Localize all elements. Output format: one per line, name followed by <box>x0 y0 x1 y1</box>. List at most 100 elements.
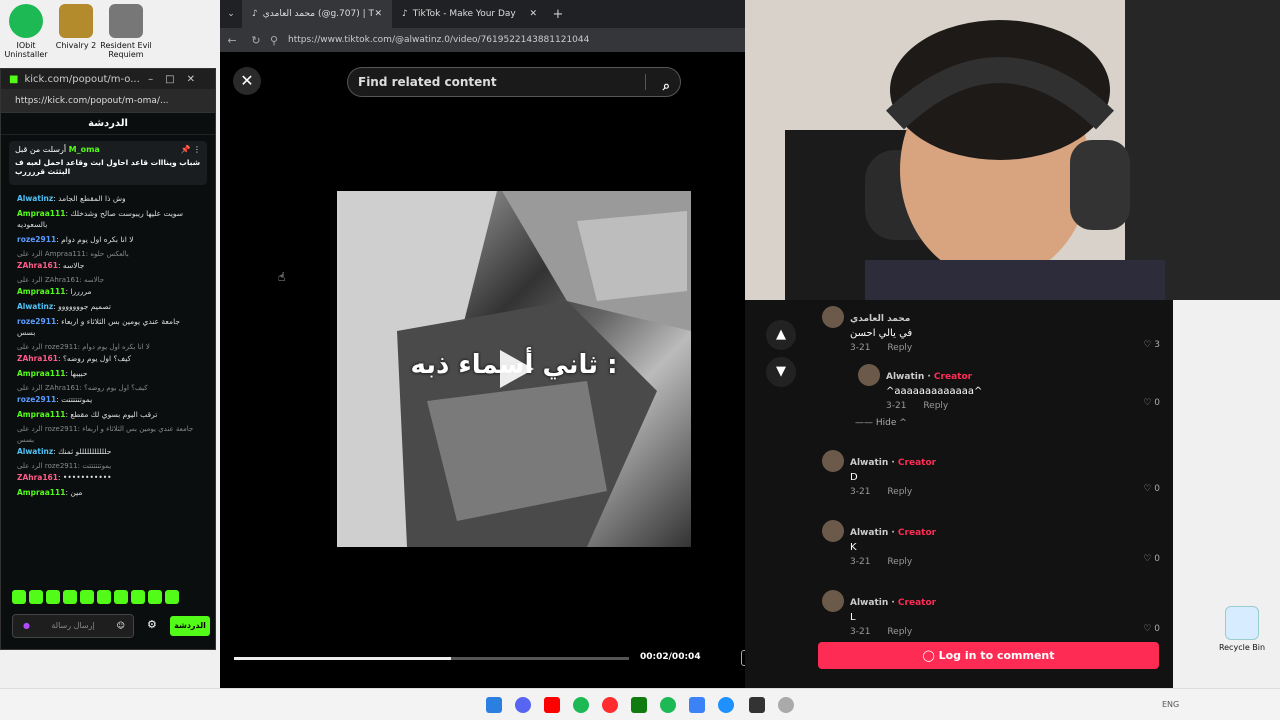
chat-message[interactable]: الرد على roze2911: لا انا بكره اول يوم د… <box>1 340 215 366</box>
language-indicator[interactable]: ENG <box>1162 700 1179 709</box>
comment-author[interactable]: Alwatin <box>850 528 888 538</box>
photoshop-icon[interactable] <box>689 697 705 713</box>
reply-button[interactable]: Reply <box>887 343 912 353</box>
emote-icon[interactable] <box>165 590 179 604</box>
chat-message[interactable]: Alwatinz: تصميم جووووووو <box>1 299 215 314</box>
chat-message[interactable]: Ampraa111: سويت عليها ريبوست صالح وشدخلك… <box>1 206 215 232</box>
chat-message[interactable]: Ampraa111: ترقب اليوم بسوي لك مقطع <box>1 407 215 422</box>
tab-list-icon[interactable]: ⌄ <box>220 9 242 19</box>
desktop-icon-iobit[interactable]: IObit Uninstaller <box>0 4 52 59</box>
tab-tiktok-home[interactable]: ♪ TikTok - Make Your Day ✕ <box>392 0 547 28</box>
emoji-icon[interactable]: ☺ <box>117 615 125 637</box>
chat-send-button[interactable]: الدردشة <box>170 616 210 636</box>
search-input[interactable]: Find related content ⌕ <box>347 67 681 97</box>
desktop-icon-chivalry[interactable]: Chivalry 2 <box>50 4 102 50</box>
avatar[interactable] <box>822 450 844 472</box>
pinned-message[interactable]: أرسلت من قبل M_oma 📌 ⋮ شباب وينااات قاعد… <box>9 141 207 185</box>
chat-username[interactable]: ZAhra161 <box>17 473 58 482</box>
chat-username[interactable]: Ampraa111 <box>17 287 65 296</box>
emote-icon[interactable] <box>12 590 26 604</box>
chat-username[interactable]: Alwatinz <box>17 447 53 456</box>
site-info-icon[interactable]: ⚲ <box>268 34 280 47</box>
close-tab-icon[interactable]: ✕ <box>529 9 537 19</box>
avatar[interactable] <box>822 520 844 542</box>
kick-address-bar[interactable]: https://kick.com/popout/m-oma/... <box>1 89 215 113</box>
hide-replies-button[interactable]: —— Hide ^ <box>855 418 907 428</box>
chevron-up-icon[interactable]: ▲ <box>766 320 796 350</box>
reply-button[interactable]: Reply <box>887 487 912 497</box>
emote-icon[interactable] <box>80 590 94 604</box>
emote-icon[interactable] <box>114 590 128 604</box>
chat-message[interactable]: الرد على Ampraa111: بالعكس حلوه ZAhra161:… <box>1 247 215 273</box>
emote-icon[interactable] <box>29 590 43 604</box>
chat-message[interactable]: الرد على ZAhra161: كيف؟ اول يوم روضه؟ roz… <box>1 381 215 407</box>
emote-icon[interactable] <box>97 590 111 604</box>
youtube-icon[interactable] <box>544 697 560 713</box>
chat-username[interactable]: ZAhra161 <box>17 354 58 363</box>
chat-message[interactable]: Ampraa111: حبيبها <box>1 366 215 381</box>
avatar[interactable] <box>822 306 844 328</box>
reply-button[interactable]: Reply <box>923 401 948 411</box>
chat-message[interactable]: الرد على roze2911: جامعة عندي يومين بس ا… <box>1 422 215 459</box>
chat-username[interactable]: Ampraa111 <box>17 209 65 218</box>
chat-message[interactable]: الرد على ZAhra161: جالاسه Ampraa111: مررر… <box>1 273 215 299</box>
chat-message[interactable]: roze2911: لا انا بكره اول يوم دوام <box>1 232 215 247</box>
comment-author[interactable]: Alwatin <box>886 372 924 382</box>
chat-username[interactable]: roze2911 <box>17 235 56 244</box>
chat-message[interactable]: الرد على roze2911: يموتتتتتتت ZAhra161: •… <box>1 459 215 485</box>
avatar[interactable] <box>822 590 844 612</box>
chat-username[interactable]: Ampraa111 <box>17 410 65 419</box>
emote-icon[interactable] <box>148 590 162 604</box>
new-tab-icon[interactable]: + <box>547 7 569 22</box>
chat-message[interactable]: Ampraa111: مين <box>1 485 215 500</box>
chat-username[interactable]: Alwatinz <box>17 302 53 311</box>
app-icon[interactable] <box>749 697 765 713</box>
spotify-icon[interactable] <box>573 697 589 713</box>
tab-tiktok-profile[interactable]: ♪ محمد العامدي (@g.707) | TikTok ✕ <box>242 0 392 28</box>
chevron-down-icon[interactable]: ▼ <box>766 357 796 387</box>
play-icon[interactable] <box>500 350 534 388</box>
discord-icon[interactable] <box>515 697 531 713</box>
mic-icon[interactable]: ● <box>23 615 30 637</box>
edge-icon[interactable] <box>718 697 734 713</box>
chat-input[interactable]: ● إرسال رسالة ☺ <box>12 614 134 638</box>
chat-username[interactable]: Ampraa111 <box>17 488 65 497</box>
close-tab-icon[interactable]: ✕ <box>374 9 382 19</box>
reply-button[interactable]: Reply <box>887 627 912 637</box>
chat-message[interactable]: Alwatinz: وش ذا المقطع الجامد <box>1 191 215 206</box>
like-button[interactable]: ♡ 0 <box>1143 624 1160 634</box>
emote-icon[interactable] <box>63 590 77 604</box>
url-text[interactable]: https://www.tiktok.com/@alwatinz.0/video… <box>288 35 589 45</box>
avatar[interactable] <box>858 364 880 386</box>
chat-username[interactable]: Ampraa111 <box>17 369 65 378</box>
windows-start-icon[interactable] <box>486 697 502 713</box>
like-button[interactable]: ♡ 0 <box>1143 484 1160 494</box>
back-icon[interactable]: ← <box>220 34 244 47</box>
desktop-icon-recycle-bin[interactable]: Recycle Bin <box>1216 606 1268 652</box>
reload-icon[interactable]: ↻ <box>244 34 268 47</box>
pin-icon[interactable]: 📌 ⋮ <box>180 145 201 154</box>
xbox-icon[interactable] <box>631 697 647 713</box>
emote-icon[interactable] <box>131 590 145 604</box>
iobit-taskbar-icon[interactable] <box>660 697 676 713</box>
desktop-icon-resident-evil[interactable]: Resident Evil Requiem <box>100 4 152 59</box>
settings-taskbar-icon[interactable] <box>778 697 794 713</box>
chat-username[interactable]: Alwatinz <box>17 194 53 203</box>
like-button[interactable]: ♡ 3 <box>1143 340 1160 350</box>
chat-message[interactable]: roze2911: جامعة عندي يومين بس الثلاثاء و… <box>1 314 215 340</box>
window-controls-icon[interactable]: –□✕ <box>148 74 207 85</box>
like-button[interactable]: ♡ 0 <box>1143 398 1160 408</box>
emote-icon[interactable] <box>46 590 60 604</box>
opera-icon[interactable] <box>602 697 618 713</box>
chat-username[interactable]: roze2911 <box>17 317 56 326</box>
chat-username[interactable]: ZAhra161 <box>17 261 58 270</box>
comment-author[interactable]: Alwatin <box>850 598 888 608</box>
settings-gear-icon[interactable]: ⚙ <box>147 618 157 631</box>
comment-author[interactable]: محمد العامدي <box>850 314 910 324</box>
chat-username[interactable]: roze2911 <box>17 395 56 404</box>
comment-author[interactable]: Alwatin <box>850 458 888 468</box>
like-button[interactable]: ♡ 0 <box>1143 554 1160 564</box>
reply-button[interactable]: Reply <box>887 557 912 567</box>
search-icon[interactable]: ⌕ <box>663 73 670 101</box>
login-to-comment-button[interactable]: ◯ Log in to comment <box>818 642 1159 669</box>
